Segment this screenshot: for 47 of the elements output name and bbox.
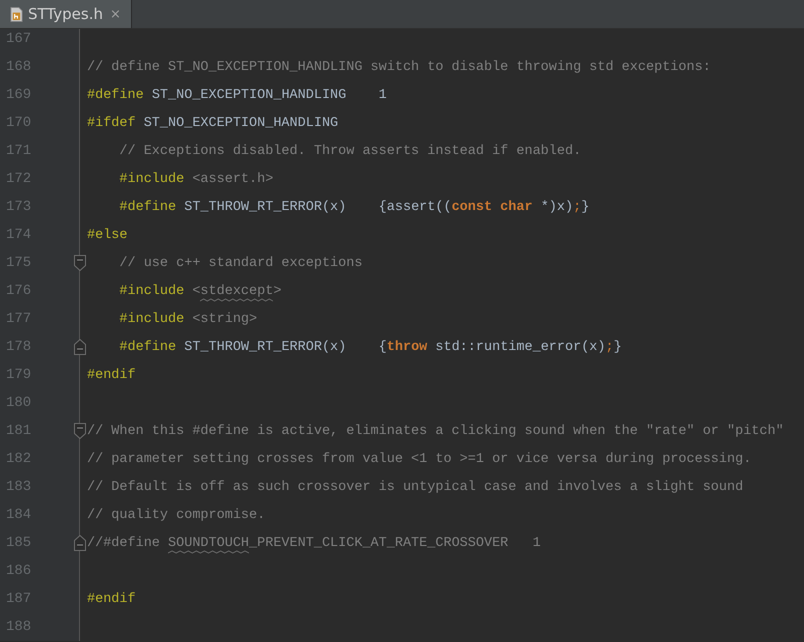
line-number: 188 [6,619,32,635]
code-line: // When this #define is active, eliminates a clicking sound when the "rate" or "pitch" [87,424,784,438]
line-number: 172 [6,171,32,187]
code-line: #define ST_THROW_RT_ERROR(x) {assert((const char *)x);} [118,200,590,214]
code-line: #else [87,228,128,242]
code-line: #include <string> [118,312,258,326]
line-number: 171 [6,143,32,159]
code-line: #ifdef ST_NO_EXCEPTION_HANDLING [87,116,338,130]
line-number: 175 [6,255,32,271]
code-line: // use c++ standard exceptions [118,256,362,270]
code-line: #include <stdexcept> [118,284,282,298]
line-number: 168 [6,59,32,75]
code-line: // define ST_NO_EXCEPTION_HANDLING switch to disable throwing std exceptions: [87,60,711,74]
line-number: 185 [6,535,32,551]
line-number: 167 [6,31,32,47]
code-line: #include <assert.h> [118,172,274,186]
code-line: #endif [87,368,136,382]
code-line: //#define SOUNDTOUCH_PREVENT_CLICK_AT_RATE_CROSSOVER 1 [87,536,541,550]
code-line: // quality compromise. [87,508,266,522]
code-line: #define ST_NO_EXCEPTION_HANDLING 1 [87,88,387,102]
line-number: 181 [6,423,32,439]
fold-start-icon[interactable] [74,255,86,271]
line-number: 174 [6,227,32,243]
close-tab-button[interactable]: × [110,6,121,22]
line-number: 180 [6,395,32,411]
line-number: 177 [6,311,32,327]
line-number: 184 [6,507,32,523]
line-number: 186 [6,563,32,579]
line-number: 179 [6,367,32,383]
line-number: 178 [6,339,32,355]
line-number: 170 [6,115,32,131]
file-tab[interactable]: STTypes.h × [0,0,132,28]
line-number: 187 [6,591,32,607]
line-number: 182 [6,451,32,467]
fold-end-icon[interactable] [74,535,86,551]
line-number: 169 [6,87,32,103]
code-line: // Exceptions disabled. Throw asserts instead if enabled. [118,144,582,158]
line-number: 173 [6,199,32,215]
code-line: #endif [87,592,136,606]
header-file-icon [10,6,23,22]
fold-end-icon[interactable] [74,339,86,355]
line-number: 183 [6,479,32,495]
code-line: // Default is off as such crossover is untypical case and involves a slight sound [87,480,744,494]
code-line: #define ST_THROW_RT_ERROR(x) {throw std::runtime_error(x);} [118,340,622,354]
code-line: // parameter setting crosses from value <1 to >=1 or vice versa during processing. [87,452,752,466]
fold-start-icon[interactable] [74,423,86,439]
line-number: 176 [6,283,32,299]
